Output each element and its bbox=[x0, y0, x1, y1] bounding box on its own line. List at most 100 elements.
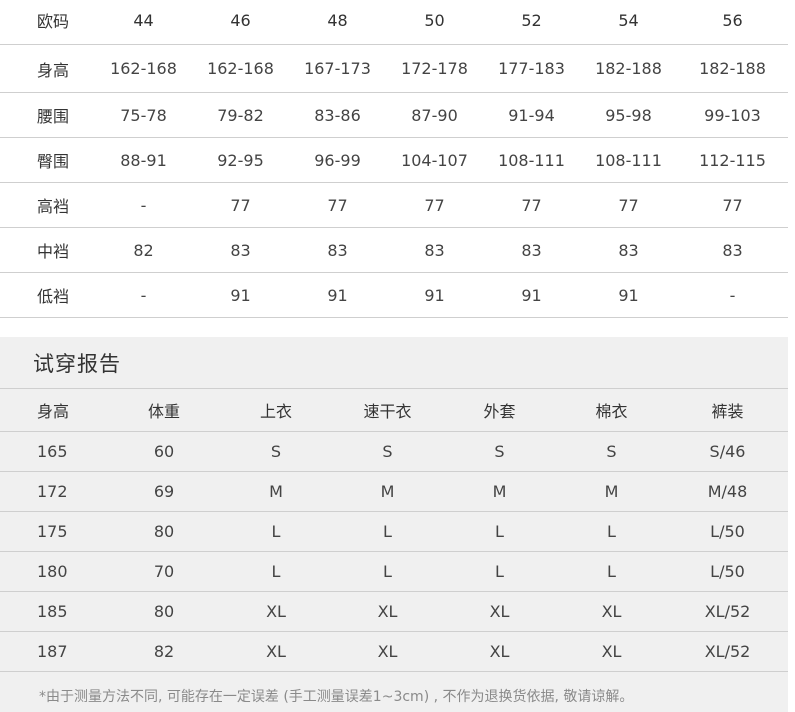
table-cell: 108-111 bbox=[483, 137, 580, 183]
table-cell: L bbox=[332, 551, 443, 592]
table-row: 172 69 M M M M M/48 bbox=[0, 471, 788, 512]
table-cell: XL bbox=[332, 631, 443, 672]
size-chart-table: 欧码 44 46 48 50 52 54 56 身高 162-168 162-1… bbox=[0, 0, 788, 318]
table-cell: 108-111 bbox=[580, 137, 677, 183]
table-cell: L bbox=[556, 551, 667, 592]
table-cell: 162-168 bbox=[192, 44, 289, 93]
table-cell: - bbox=[677, 272, 788, 318]
table-cell: 77 bbox=[580, 182, 677, 228]
size-header-cell: 56 bbox=[677, 0, 788, 45]
row-label: 身高 bbox=[0, 44, 95, 93]
table-cell: 112-115 bbox=[677, 137, 788, 183]
table-cell: M bbox=[220, 471, 332, 512]
table-row: 165 60 S S S S S/46 bbox=[0, 431, 788, 472]
table-cell: - bbox=[95, 182, 192, 228]
table-cell: 87-90 bbox=[386, 92, 483, 138]
size-header-cell: 44 bbox=[95, 0, 192, 45]
column-header: 体重 bbox=[108, 388, 220, 432]
table-cell: XL bbox=[443, 591, 556, 632]
table-cell: 79-82 bbox=[192, 92, 289, 138]
table-cell: 95-98 bbox=[580, 92, 677, 138]
measurement-disclaimer: *由于测量方法不同, 可能存在一定误差 (手工测量误差1~3cm) , 不作为退… bbox=[39, 689, 634, 705]
column-header: 身高 bbox=[0, 388, 108, 432]
table-cell: XL bbox=[556, 631, 667, 672]
table-cell: M bbox=[332, 471, 443, 512]
table-cell: 91 bbox=[580, 272, 677, 318]
table-cell: 82 bbox=[108, 631, 220, 672]
table-cell: 83-86 bbox=[289, 92, 386, 138]
table-cell: 96-99 bbox=[289, 137, 386, 183]
table-cell: 83 bbox=[192, 227, 289, 273]
table-cell: - bbox=[95, 272, 192, 318]
table-cell: L bbox=[556, 511, 667, 552]
size-row-low-rise: 低裆 - 91 91 91 91 91 - bbox=[0, 272, 788, 318]
fit-report-title: 试穿报告 bbox=[33, 352, 121, 376]
size-row-hip: 臀围 88-91 92-95 96-99 104-107 108-111 108… bbox=[0, 137, 788, 183]
table-cell: XL/52 bbox=[667, 631, 788, 672]
table-cell: XL bbox=[443, 631, 556, 672]
table-cell: 104-107 bbox=[386, 137, 483, 183]
table-cell: S bbox=[443, 431, 556, 472]
row-label: 高裆 bbox=[0, 182, 95, 228]
table-cell: S bbox=[220, 431, 332, 472]
row-label: 臀围 bbox=[0, 137, 95, 183]
table-cell: S bbox=[332, 431, 443, 472]
eu-size-label: 欧码 bbox=[0, 0, 95, 45]
column-header: 外套 bbox=[443, 388, 556, 432]
table-cell: M bbox=[556, 471, 667, 512]
table-cell: L bbox=[443, 511, 556, 552]
table-cell: 82 bbox=[95, 227, 192, 273]
table-cell: 83 bbox=[677, 227, 788, 273]
table-cell: 88-91 bbox=[95, 137, 192, 183]
table-cell: 91 bbox=[386, 272, 483, 318]
table-cell: XL bbox=[332, 591, 443, 632]
table-cell: 91 bbox=[289, 272, 386, 318]
table-cell: 77 bbox=[289, 182, 386, 228]
column-header: 裤装 bbox=[667, 388, 788, 432]
table-cell: 172-178 bbox=[386, 44, 483, 93]
table-cell: 172 bbox=[0, 471, 108, 512]
size-header-row: 欧码 44 46 48 50 52 54 56 bbox=[0, 0, 788, 45]
table-cell: M bbox=[443, 471, 556, 512]
table-cell: 165 bbox=[0, 431, 108, 472]
table-cell: L bbox=[443, 551, 556, 592]
table-cell: L bbox=[332, 511, 443, 552]
table-cell: 80 bbox=[108, 591, 220, 632]
size-guide-page: 欧码 44 46 48 50 52 54 56 身高 162-168 162-1… bbox=[0, 0, 795, 712]
table-cell: 91 bbox=[192, 272, 289, 318]
table-cell: 175 bbox=[0, 511, 108, 552]
table-cell: L/50 bbox=[667, 551, 788, 592]
table-cell: 167-173 bbox=[289, 44, 386, 93]
table-cell: M/48 bbox=[667, 471, 788, 512]
size-header-cell: 52 bbox=[483, 0, 580, 45]
table-row: 187 82 XL XL XL XL XL/52 bbox=[0, 631, 788, 672]
size-header-cell: 48 bbox=[289, 0, 386, 45]
table-cell: 162-168 bbox=[95, 44, 192, 93]
column-header: 上衣 bbox=[220, 388, 332, 432]
table-cell: 69 bbox=[108, 471, 220, 512]
fit-report-table: 身高 体重 上衣 速干衣 外套 棉衣 裤装 165 60 S S S S S/4… bbox=[0, 388, 788, 672]
size-row-high-rise: 高裆 - 77 77 77 77 77 77 bbox=[0, 182, 788, 228]
table-cell: S bbox=[556, 431, 667, 472]
table-cell: 77 bbox=[483, 182, 580, 228]
table-cell: 92-95 bbox=[192, 137, 289, 183]
size-row-waist: 腰围 75-78 79-82 83-86 87-90 91-94 95-98 9… bbox=[0, 92, 788, 138]
column-header: 速干衣 bbox=[332, 388, 443, 432]
table-cell: 91 bbox=[483, 272, 580, 318]
table-cell: 185 bbox=[0, 591, 108, 632]
table-row: 180 70 L L L L L/50 bbox=[0, 551, 788, 592]
table-cell: 83 bbox=[483, 227, 580, 273]
table-cell: 75-78 bbox=[95, 92, 192, 138]
table-cell: XL/52 bbox=[667, 591, 788, 632]
table-cell: 77 bbox=[677, 182, 788, 228]
table-cell: 77 bbox=[192, 182, 289, 228]
row-label: 腰围 bbox=[0, 92, 95, 138]
table-row: 175 80 L L L L L/50 bbox=[0, 511, 788, 552]
table-cell: L bbox=[220, 551, 332, 592]
column-header: 棉衣 bbox=[556, 388, 667, 432]
table-cell: 177-183 bbox=[483, 44, 580, 93]
table-cell: 99-103 bbox=[677, 92, 788, 138]
size-header-cell: 46 bbox=[192, 0, 289, 45]
table-cell: 83 bbox=[289, 227, 386, 273]
table-cell: 83 bbox=[580, 227, 677, 273]
